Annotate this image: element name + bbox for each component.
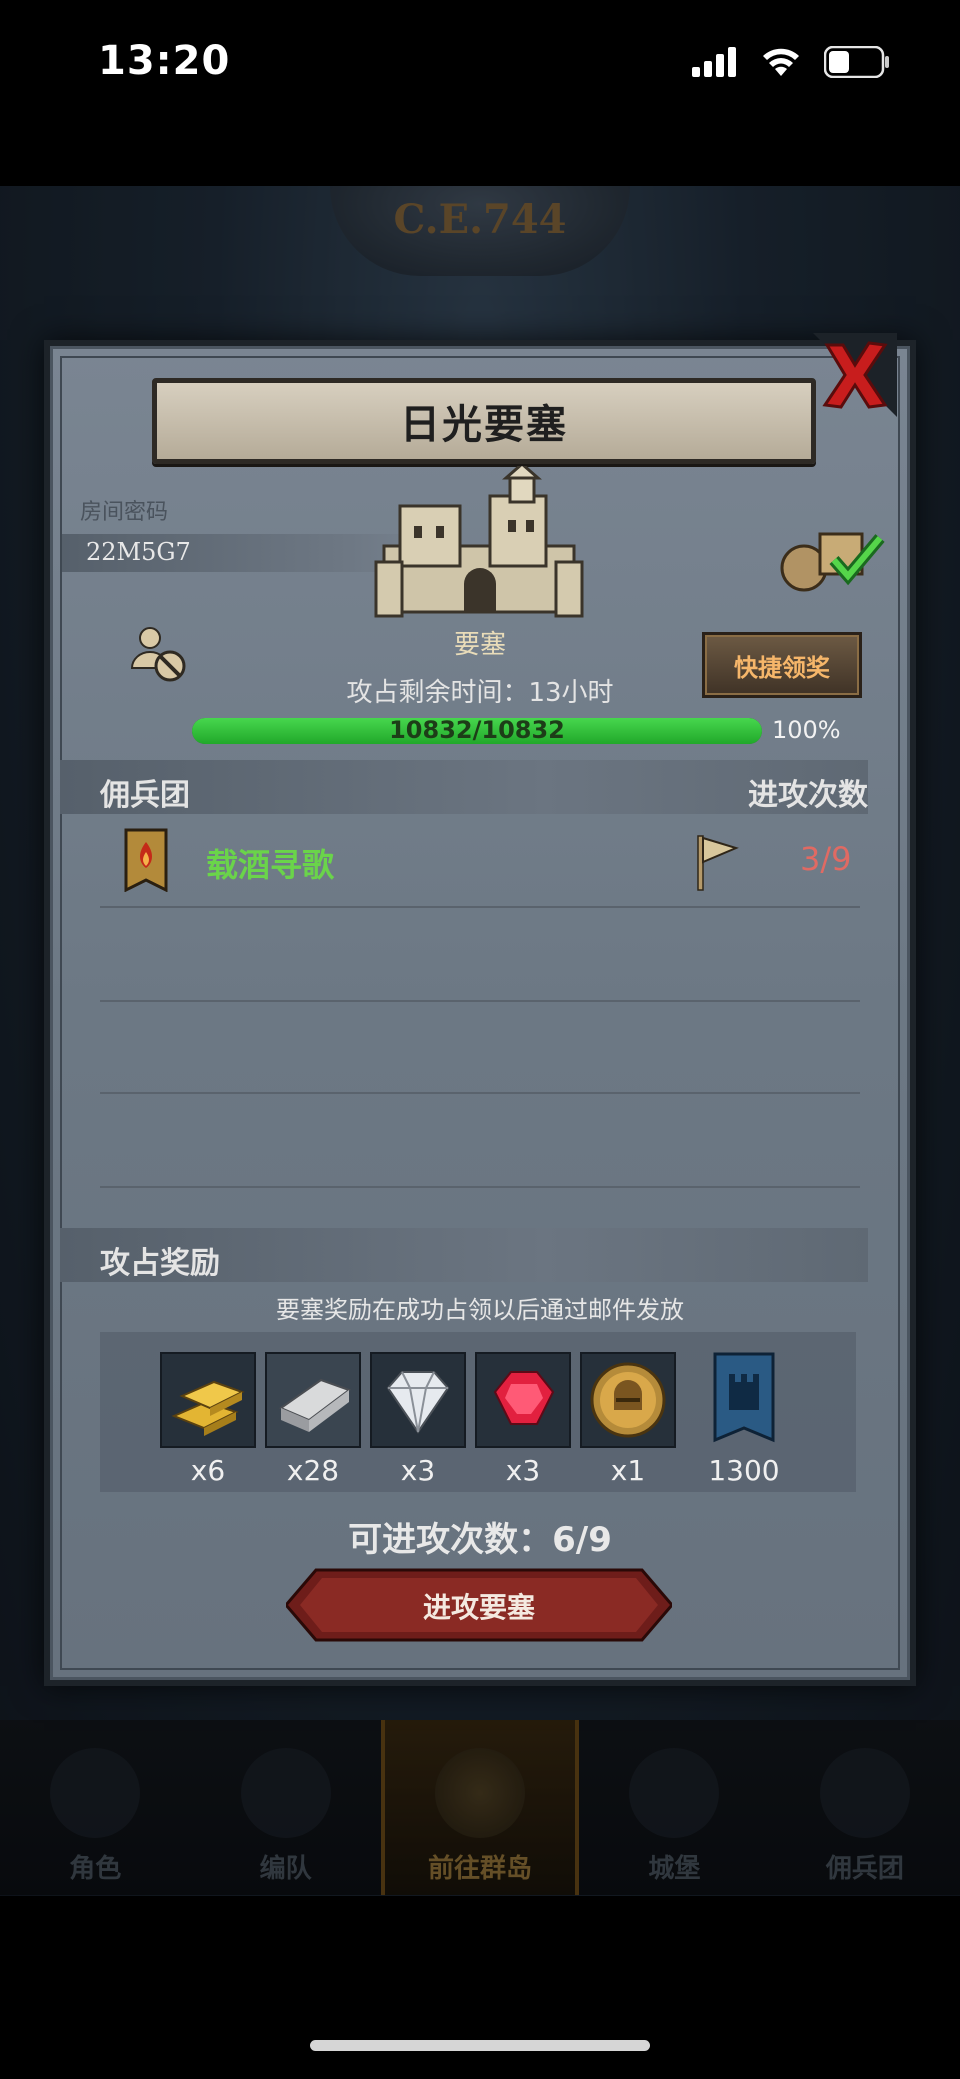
- capture-progress-text: 10832/10832: [389, 716, 565, 744]
- attack-fortress-button[interactable]: 进攻要塞: [286, 1568, 672, 1642]
- mercenary-section-title: 佣兵团: [100, 778, 190, 813]
- attack-button-label: 进攻要塞: [422, 1591, 535, 1624]
- home-indicator[interactable]: [310, 2040, 650, 2051]
- ruby-icon: [493, 1371, 555, 1425]
- reward-item[interactable]: x28: [265, 1352, 361, 1487]
- close-icon: [813, 333, 897, 417]
- reward-count: x3: [400, 1454, 436, 1487]
- reward-count: x3: [505, 1454, 541, 1487]
- dialog-title: 日光要塞: [400, 402, 568, 448]
- mercenary-section-header: 佣兵团 进攻次数: [60, 760, 868, 814]
- reward-item[interactable]: x6: [160, 1352, 256, 1487]
- fortress-banner-icon: [713, 1352, 775, 1443]
- fire-banner-icon: [124, 828, 168, 892]
- dialog-title-plate: 日光要塞: [152, 378, 816, 464]
- cellular-signal-icon: [692, 47, 736, 77]
- attack-times-header: 进攻次数: [748, 778, 868, 813]
- reward-item[interactable]: 1300: [696, 1352, 792, 1487]
- reward-item[interactable]: x3: [370, 1352, 466, 1487]
- status-bar: 13:20: [0, 0, 960, 130]
- remaining-attacks: 可进攻次数：6/9: [348, 1520, 612, 1560]
- flag-icon: [697, 835, 739, 891]
- battery-icon: [824, 46, 889, 78]
- room-code-label: 房间密码: [80, 500, 169, 525]
- diamond-icon: [386, 1371, 450, 1434]
- reward-count: x1: [610, 1454, 646, 1487]
- reward-section-title: 攻占奖励: [100, 1246, 220, 1281]
- status-icons: [692, 46, 890, 78]
- reward-section-header: 攻占奖励: [60, 1228, 868, 1282]
- row-divider: [100, 1092, 860, 1094]
- close-button[interactable]: [800, 330, 910, 420]
- status-time: 13:20: [98, 38, 231, 84]
- quick-claim-button[interactable]: 快捷领奖: [702, 632, 862, 698]
- reward-note: 要塞奖励在成功占领以后通过邮件发放: [276, 1296, 684, 1324]
- helmet-medal-icon: [590, 1362, 666, 1438]
- reward-count: x6: [190, 1454, 226, 1487]
- reward-item[interactable]: x1: [580, 1352, 676, 1487]
- reward-count: 1300: [708, 1454, 780, 1487]
- row-divider: [100, 1000, 860, 1002]
- iron-ingot-icon: [278, 1378, 352, 1432]
- row-divider: [100, 1186, 860, 1188]
- fortress-icon: [374, 466, 584, 618]
- loot-check-icon[interactable]: [776, 524, 886, 594]
- team-attack-count: 3/9: [800, 840, 852, 878]
- wifi-icon: [763, 48, 799, 76]
- fortress-label: 要塞: [453, 630, 506, 660]
- reward-item[interactable]: x3: [475, 1352, 571, 1487]
- capture-progress-percent: 100%: [772, 716, 841, 744]
- gold-bars-icon: [171, 1380, 245, 1436]
- team-name: 载酒寻歌: [206, 846, 335, 884]
- team-row[interactable]: 载酒寻歌 3/9: [100, 828, 860, 898]
- room-code[interactable]: 22M5G7: [86, 538, 191, 566]
- user-forbidden-icon[interactable]: [128, 624, 188, 684]
- row-divider: [100, 906, 860, 908]
- time-remaining: 攻占剩余时间：13小时: [346, 678, 614, 708]
- reward-count: x28: [286, 1454, 340, 1487]
